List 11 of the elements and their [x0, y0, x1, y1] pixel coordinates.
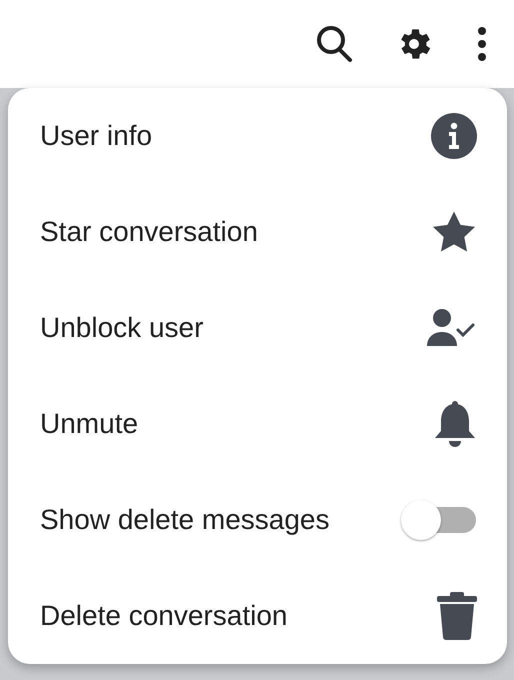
menu-item[interactable]: Delete conversation: [40, 600, 288, 632]
user-check-icon: [427, 308, 477, 348]
info-icon: [431, 113, 477, 159]
bell-icon: [433, 400, 477, 448]
menu-item[interactable]: User info: [40, 120, 152, 152]
menu-item[interactable]: Star conversation: [40, 216, 258, 248]
trash-icon: [437, 592, 477, 640]
menu-item[interactable]: Unmute: [40, 408, 138, 440]
star-icon: [431, 210, 477, 254]
menu-item[interactable]: Show delete messages: [40, 504, 330, 536]
menu-item[interactable]: Unblock user: [40, 312, 204, 344]
